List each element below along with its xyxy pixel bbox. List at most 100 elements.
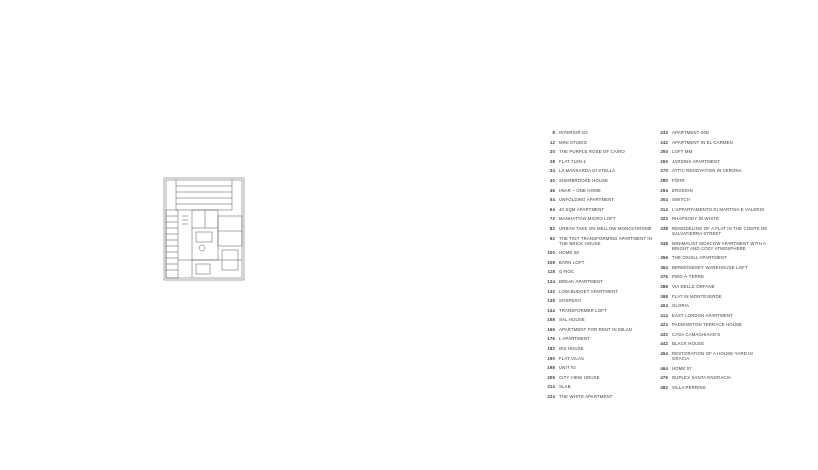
page-number: 12: [549, 139, 555, 145]
index-entry: 404 GLORIA: [658, 303, 768, 308]
project-title: EROSION: [672, 187, 693, 193]
project-title: ATTIC RENOVATION IN VERONA: [672, 168, 742, 174]
index-entry: 182 IES HOUSE: [545, 346, 653, 351]
page-number: 190: [547, 355, 555, 361]
index-entry: 124 BREAK APARTMENT: [545, 279, 653, 284]
page-number: 432: [660, 331, 668, 337]
page-number: 364: [660, 264, 668, 270]
project-title: THE OXHILL APARTMENT: [672, 255, 727, 261]
project-title: THE TINY TRANSFORMING APARTMENT IN THE B…: [559, 235, 652, 246]
index-entry: 270 ATTIC RENOVATION IN VERONA: [658, 168, 768, 173]
page-number: 54: [549, 197, 555, 203]
page-number: 206: [547, 374, 555, 380]
page-number: 376: [660, 274, 668, 280]
page-number: 414: [660, 312, 668, 318]
project-title: MANHATTAN MICRO LOFT: [559, 216, 616, 222]
page-number: 158: [547, 317, 555, 323]
index-entry: 82 URBAN TAKE ON MELLOW MONOCHROME: [545, 226, 653, 231]
index-entry: 144 TRANSFORMER LOFT: [545, 308, 653, 313]
page-number: 34: [549, 168, 555, 174]
index-entry: 12 MINI STUDIO: [545, 140, 653, 145]
page-number: 270: [660, 168, 668, 174]
index-entry: 242 APARTMENT IN EL CARMEN: [658, 140, 768, 145]
page-number: 132: [547, 288, 555, 294]
project-title: SOSPESO: [559, 298, 582, 304]
project-title: VILLA PERRINS: [672, 384, 706, 390]
page-number: 424: [660, 322, 668, 328]
index-entry: 198 UNIT #2: [545, 365, 653, 370]
page-number: 388: [660, 283, 668, 289]
page-number: 118: [547, 269, 555, 275]
project-title: SLAB: [559, 384, 571, 390]
index-entry: 376 PIED-À-TERRE: [658, 274, 768, 279]
index-entry: 214 SLAB: [545, 384, 653, 389]
page-number: 250: [660, 149, 668, 155]
index-entry: 314 L'APPARTAMENTO DI MARTINA E VALERIO: [658, 207, 768, 212]
index-entry: 20 THE PURPLE ROSE OF CAIRO: [545, 149, 653, 154]
index-entry: 356 THE OXHILL APARTMENT: [658, 255, 768, 260]
index-entry: 46 H8AR – ONE HOME: [545, 188, 653, 193]
index-entry: 294 EROSION: [658, 188, 768, 193]
project-title: PADDINGTON TERRACE HOUSE: [672, 322, 742, 328]
page-number: 100: [547, 250, 555, 256]
index-entry: 364 BERMONDSEY WAREHOUSE LOFT: [658, 265, 768, 270]
page-number: 176: [547, 336, 555, 342]
page-number: 198: [547, 365, 555, 371]
index-entry: 138 SOSPESO: [545, 298, 653, 303]
project-title: PIED-À-TERRE: [672, 274, 705, 280]
project-title: DUPLEX SANTA ENGRACIA: [672, 375, 731, 381]
project-title: MINIMALIST MOSCOW APARTMENT WITH A BRIGH…: [672, 240, 766, 251]
index-entry: 338 REMODELING OF A FLAT IN THE COMTE DE …: [658, 226, 768, 236]
project-title: CASA CAMAGHIAHO'S: [672, 331, 721, 337]
page-number: 8: [552, 130, 555, 135]
project-title: SWITCH: [672, 197, 690, 203]
project-title: INTERIOR D2: [559, 130, 588, 135]
index-entry: 348 MINIMALIST MOSCOW APARTMENT WITH A BR…: [658, 241, 768, 251]
project-title: BREAK APARTMENT: [559, 278, 603, 284]
project-title: APARTMENT-26D: [672, 130, 710, 135]
index-entry: 454 RESTORATION OF A HOUSE-YARD IN GRACIA: [658, 351, 768, 361]
project-title: FLAT VILAS: [559, 355, 584, 361]
index-entry: 280 FÖHR: [658, 178, 768, 183]
page-number: 338: [660, 225, 668, 231]
project-title: SAL HOUSE: [559, 317, 585, 323]
project-title: 40 SQM APARTMENT: [559, 206, 605, 212]
index-entry: 176 L APARTMENT: [545, 336, 653, 341]
index-entry: 190 FLAT VILAS: [545, 356, 653, 361]
index-entry: 118 G-ROC: [545, 269, 653, 274]
project-title: BARN LOFT: [559, 259, 585, 265]
project-title: CITY VIEW HOUSE: [559, 374, 600, 380]
project-title: LOW-BUDGET APARTMENT: [559, 288, 619, 294]
project-title: LOFT MM: [672, 149, 693, 155]
page-number: 20: [549, 149, 555, 155]
project-title: TRANSFORMER LOFT: [559, 307, 607, 313]
project-title: FLAT IN MONTEVERDE: [672, 293, 722, 299]
project-title: FLAT 710N-1: [559, 158, 587, 164]
page-number: 82: [549, 225, 555, 231]
project-title: HOME 07: [672, 365, 692, 371]
floor-plan-drawing: [162, 176, 246, 282]
index-entry: 442 BLACK HOUSE: [658, 341, 768, 346]
page-number: 124: [547, 278, 555, 284]
index-entry: 224 THE WHITE APARTMENT: [545, 394, 653, 399]
page-number: 92: [549, 235, 555, 241]
project-title: IES HOUSE: [559, 346, 584, 352]
index-entry: 234 APARTMENT-26D: [658, 130, 768, 135]
index-entry: 108 BARN LOFT: [545, 260, 653, 265]
project-title: L APARTMENT: [559, 336, 590, 342]
project-title: HOME 08: [559, 250, 579, 256]
project-title: UNFOLDING APARTMENT: [559, 197, 615, 203]
index-entry: 166 APARTMENT FOR RENT IN MILAN: [545, 327, 653, 332]
page-number: 476: [660, 375, 668, 381]
project-title: BERMONDSEY WAREHOUSE LOFT: [672, 264, 748, 270]
page-number: 294: [660, 187, 668, 193]
page-number: 40: [549, 177, 555, 183]
page-number: 260: [660, 158, 668, 164]
index-entry: 464 HOME 07: [658, 366, 768, 371]
page-number: 28: [549, 158, 555, 164]
page-number: 314: [660, 206, 668, 212]
index-entry: 40 SHERBROOKE HOUSE: [545, 178, 653, 183]
project-title: BLACK HOUSE: [672, 341, 705, 347]
page-number: 322: [660, 216, 668, 222]
project-title: APARTMENT IN EL CARMEN: [672, 139, 733, 145]
